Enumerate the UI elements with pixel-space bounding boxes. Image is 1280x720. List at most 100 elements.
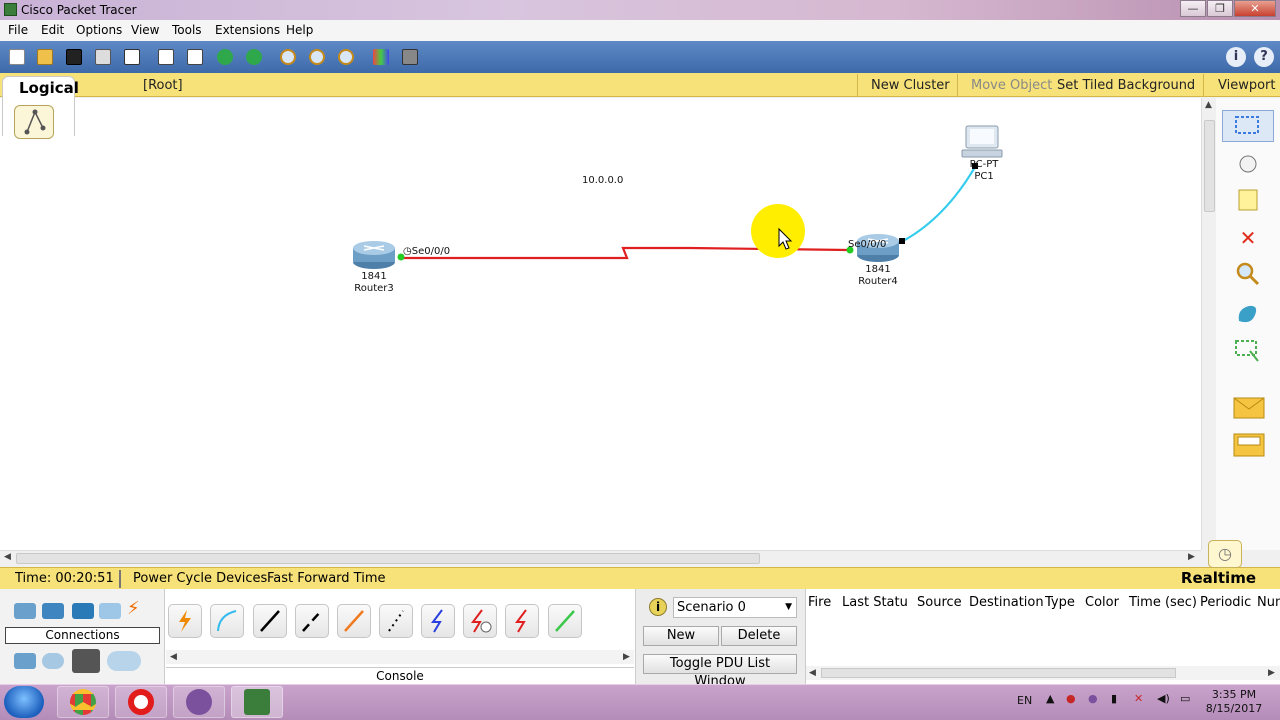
- packet-tracer-icon[interactable]: [231, 686, 283, 718]
- coaxial-cable-icon[interactable]: [421, 604, 455, 638]
- move-object-button[interactable]: Move Object: [971, 78, 1052, 93]
- viewport-button[interactable]: Viewport: [1218, 78, 1276, 93]
- pdu-col-num[interactable]: Num: [1257, 595, 1280, 610]
- draw-shape-icon[interactable]: [1222, 298, 1274, 330]
- toggle-pdu-list-button[interactable]: Toggle PDU List Window: [643, 654, 797, 689]
- viber-tray-icon[interactable]: ●: [1088, 692, 1098, 705]
- copper-straight-icon[interactable]: [253, 604, 287, 638]
- redo-icon[interactable]: [243, 47, 265, 67]
- pdu-col-color[interactable]: Color: [1085, 595, 1119, 610]
- realtime-mode-icon[interactable]: ◷: [1208, 540, 1242, 568]
- viber-icon[interactable]: [173, 686, 225, 718]
- pdu-col-last-status[interactable]: Last Statu: [842, 595, 908, 610]
- volume-icon[interactable]: ◀): [1157, 692, 1170, 705]
- power-cycle-devices-button[interactable]: Power Cycle Devices: [133, 571, 267, 586]
- opera-icon[interactable]: [115, 686, 167, 718]
- octal-cable-icon[interactable]: [548, 604, 582, 638]
- zoom-in-icon[interactable]: [277, 47, 299, 67]
- hand-icon[interactable]: [1222, 146, 1274, 178]
- select-icon[interactable]: [1222, 110, 1274, 142]
- activity-wizard-icon[interactable]: [121, 47, 143, 67]
- menu-edit[interactable]: Edit: [41, 23, 64, 37]
- inspect-icon[interactable]: [1222, 258, 1274, 290]
- info-icon[interactable]: i: [1226, 47, 1246, 67]
- router3-label[interactable]: 1841 Router3: [348, 271, 400, 295]
- antivirus-tray-icon[interactable]: ●: [1066, 692, 1076, 705]
- close-button[interactable]: ✕: [1234, 0, 1276, 17]
- end-devices-category-icon[interactable]: [14, 653, 36, 669]
- open-folder-icon[interactable]: [34, 47, 56, 67]
- root-breadcrumb[interactable]: [Root]: [143, 78, 183, 93]
- zoom-out-icon[interactable]: [335, 47, 357, 67]
- menu-view[interactable]: View: [131, 23, 159, 37]
- scenario-select[interactable]: Scenario 0 ▼: [673, 597, 797, 618]
- language-indicator[interactable]: EN: [1017, 694, 1032, 707]
- wireless-category-icon[interactable]: [99, 603, 121, 619]
- pc1-label[interactable]: PC-PT PC1: [958, 159, 1010, 183]
- note-icon[interactable]: [1222, 184, 1274, 216]
- pdu-table-scrollbar[interactable]: ◀ ▶: [806, 666, 1280, 680]
- help-icon[interactable]: ?: [1254, 47, 1274, 67]
- custom-device-icon[interactable]: [399, 47, 421, 67]
- set-tiled-background-button[interactable]: Set Tiled Background: [1057, 78, 1195, 93]
- connections-category-icon[interactable]: ⚡: [127, 600, 149, 618]
- automatic-connection-icon[interactable]: [168, 604, 202, 638]
- action-center-icon[interactable]: ▭: [1180, 692, 1190, 705]
- pdu-col-type[interactable]: Type: [1045, 595, 1075, 610]
- logical-tab[interactable]: Logical: [2, 76, 79, 139]
- pdu-col-time[interactable]: Time (sec): [1129, 595, 1197, 610]
- palette-icon[interactable]: [370, 47, 392, 67]
- routers-category-icon[interactable]: [14, 603, 36, 619]
- network-signal-icon[interactable]: ▮: [1111, 692, 1117, 705]
- print-icon[interactable]: [92, 47, 114, 67]
- menu-file[interactable]: File: [8, 23, 28, 37]
- taskbar-clock[interactable]: 3:35 PM 8/15/2017: [1202, 688, 1266, 716]
- maximize-button[interactable]: ❐: [1207, 0, 1233, 17]
- new-scenario-button[interactable]: New: [643, 626, 719, 646]
- new-cluster-button[interactable]: New Cluster: [871, 78, 950, 93]
- copper-cross-icon[interactable]: [295, 604, 329, 638]
- network-status-icon[interactable]: ✕: [1134, 692, 1143, 705]
- paste-icon[interactable]: [184, 47, 206, 67]
- multiuser-category-icon[interactable]: [107, 651, 141, 671]
- menu-help[interactable]: Help: [286, 23, 313, 37]
- menu-tools[interactable]: Tools: [172, 23, 202, 37]
- add-simple-pdu-icon[interactable]: [1222, 392, 1274, 424]
- phone-cable-icon[interactable]: [379, 604, 413, 638]
- resize-icon[interactable]: [1222, 336, 1274, 368]
- undo-icon[interactable]: [214, 47, 236, 67]
- menu-options[interactable]: Options: [76, 23, 122, 37]
- custom-devices-category-icon[interactable]: [72, 649, 100, 673]
- pdu-col-source[interactable]: Source: [917, 595, 962, 610]
- menu-extensions[interactable]: Extensions: [215, 23, 280, 37]
- scenario-info-icon[interactable]: i: [649, 598, 667, 616]
- fiber-icon[interactable]: [337, 604, 371, 638]
- workspace-vertical-scrollbar[interactable]: ▲: [1201, 98, 1216, 550]
- show-hidden-icons-icon[interactable]: ▲: [1046, 692, 1054, 705]
- serial-dce-icon[interactable]: [463, 604, 497, 638]
- wan-emulation-category-icon[interactable]: [42, 653, 64, 669]
- zoom-reset-icon[interactable]: [306, 47, 328, 67]
- windows-start-icon[interactable]: [4, 686, 44, 718]
- realtime-mode-label[interactable]: Realtime: [1181, 569, 1256, 587]
- pdu-col-destination[interactable]: Destination: [969, 595, 1044, 610]
- add-complex-pdu-icon[interactable]: [1222, 430, 1274, 462]
- new-file-icon[interactable]: [6, 47, 28, 67]
- hubs-category-icon[interactable]: [72, 603, 94, 619]
- pdu-col-periodic[interactable]: Periodic: [1200, 595, 1251, 610]
- router4-label[interactable]: 1841 Router4: [852, 264, 904, 288]
- cable-panel-scrollbar[interactable]: ◀ ▶: [166, 650, 634, 664]
- copy-icon[interactable]: [155, 47, 177, 67]
- switches-category-icon[interactable]: [42, 603, 64, 619]
- chrome-icon[interactable]: [57, 686, 109, 718]
- pdu-col-fire[interactable]: Fire: [808, 595, 831, 610]
- console-cable-icon[interactable]: [210, 604, 244, 638]
- serial-dte-icon[interactable]: [505, 604, 539, 638]
- save-icon[interactable]: [63, 47, 85, 67]
- delete-icon[interactable]: ✕: [1222, 222, 1274, 254]
- minimize-button[interactable]: —: [1180, 0, 1206, 17]
- workspace-horizontal-scrollbar[interactable]: ◀ ▶: [0, 550, 1201, 565]
- logical-workspace[interactable]: 10.0.0.0 ◷Se0/0/0 1841 Router3 Se0/0/0 1…: [0, 98, 1201, 550]
- delete-scenario-button[interactable]: Delete: [721, 626, 797, 646]
- fast-forward-time-button[interactable]: Fast Forward Time: [267, 571, 385, 586]
